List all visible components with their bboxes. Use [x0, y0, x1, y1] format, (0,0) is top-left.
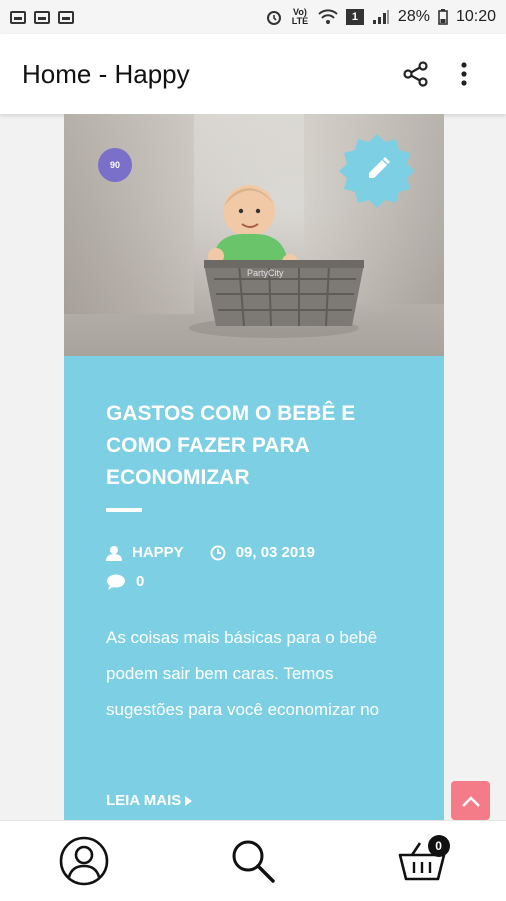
status-bar: Vo) LTE 1 28% 10:20: [0, 0, 506, 34]
status-notifications: [10, 10, 74, 24]
read-more-link[interactable]: LEIA MAIS: [106, 792, 193, 809]
post-card[interactable]: 90 PartyCity GASTOS COM O BEBÊ E COMO FA…: [64, 114, 444, 820]
post-image[interactable]: 90 PartyCity: [64, 114, 444, 356]
app-notification-icon: [34, 10, 50, 24]
more-vertical-icon: [461, 62, 467, 86]
app-bar: Home - Happy: [0, 34, 506, 114]
more-options-button[interactable]: [444, 54, 484, 94]
search-icon: [232, 840, 275, 883]
cart-count-badge: 0: [427, 835, 450, 857]
title-divider: [106, 508, 142, 512]
post-author[interactable]: HAPPY: [106, 544, 184, 561]
comment-icon: [107, 574, 125, 590]
scroll-to-top-button[interactable]: [451, 781, 490, 820]
pencil-icon: [339, 134, 415, 208]
post-title[interactable]: GASTOS COM O BEBÊ E COMO FAZER PARA ECON…: [106, 398, 406, 494]
image-notification-icon: [10, 10, 26, 24]
volte-indicator: Vo) LTE: [291, 7, 309, 26]
share-button[interactable]: [396, 54, 436, 94]
chevron-up-icon: [461, 795, 480, 807]
wifi-icon: [318, 9, 338, 24]
sim-indicator: 1: [345, 9, 364, 25]
clock-icon: [210, 545, 226, 560]
account-button[interactable]: [54, 831, 114, 891]
edit-post-button[interactable]: [338, 132, 416, 210]
cart-button[interactable]: 0: [392, 831, 452, 891]
account-icon: [60, 836, 109, 886]
battery-percent: 28%: [397, 8, 430, 25]
alarm-icon: [266, 11, 281, 25]
share-icon: [403, 61, 428, 87]
bottom-navigation: 0: [0, 820, 506, 901]
read-more-label: LEIA MAIS: [106, 792, 182, 809]
post-date: 09, 03 2019: [210, 544, 315, 561]
post-meta: HAPPY 09, 03 2019: [106, 544, 315, 561]
signal-icon: [372, 10, 389, 24]
caret-right-icon: [185, 795, 193, 806]
search-button[interactable]: [223, 831, 283, 891]
comment-count: 0: [136, 573, 145, 590]
post-comments[interactable]: 0: [106, 573, 144, 590]
battery-icon: [438, 9, 448, 25]
post-excerpt: As coisas mais básicas para o bebê podem…: [106, 628, 380, 719]
user-icon: [106, 545, 122, 561]
date-text: 09, 03 2019: [235, 544, 315, 561]
author-name: HAPPY: [132, 544, 184, 561]
clock: 10:20: [455, 8, 496, 25]
app-notification-icon-2: [58, 10, 74, 24]
basket-label: PartyCity: [247, 268, 284, 278]
page-title: Home - Happy: [22, 58, 190, 89]
status-indicators: Vo) LTE 1 28% 10:20: [266, 8, 496, 26]
